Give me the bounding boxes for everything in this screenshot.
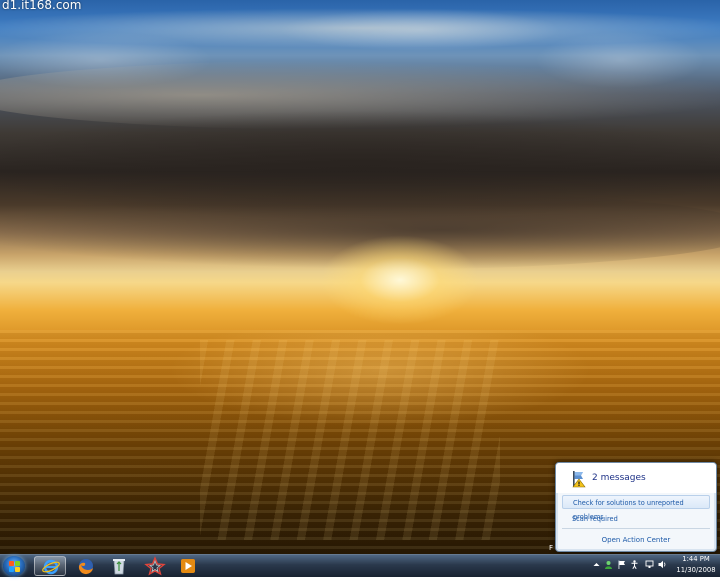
popup-title: 2 messages	[592, 473, 646, 483]
windows-logo-icon	[15, 561, 20, 566]
media-player-icon	[181, 559, 195, 573]
taskbar-button-paint-app[interactable]	[139, 556, 171, 576]
taskbar-button-internet-explorer[interactable]	[34, 556, 66, 576]
taskbar-button-media-player[interactable]	[172, 556, 204, 576]
popup-header: 2 messages	[556, 463, 716, 493]
user-status-icon[interactable]	[604, 560, 613, 569]
unreported-problems-link[interactable]: Check for solutions to unreported proble…	[562, 495, 710, 521]
ie-icon	[42, 559, 60, 575]
scan-required-link[interactable]: Scan required	[562, 512, 710, 526]
start-button[interactable]	[3, 556, 25, 576]
volume-icon[interactable]	[658, 560, 667, 569]
taskbar-button-recycle-bin[interactable]	[103, 556, 135, 576]
windows-logo-icon	[9, 561, 14, 566]
recycle-bin-icon	[113, 559, 125, 575]
watermark-text: d1.it168.com	[2, 0, 82, 12]
popup-stub-label: F	[549, 544, 554, 552]
wallpaper-clouds	[0, 8, 720, 48]
star-app-icon	[144, 556, 166, 576]
wallpaper-sun-rays	[200, 340, 500, 540]
network-icon[interactable]	[645, 560, 654, 569]
action-center-popup: 2 messages Check for solutions to unrepo…	[555, 462, 717, 552]
accessibility-icon[interactable]	[630, 560, 639, 569]
clock-time[interactable]: 1:44 PM	[676, 555, 716, 563]
windows-logo-icon	[9, 567, 14, 572]
action-center-tray-icon[interactable]	[617, 560, 626, 569]
taskbar-button-firefox[interactable]	[70, 556, 102, 576]
popup-divider	[562, 528, 710, 529]
action-center-flag-icon	[572, 471, 586, 488]
show-hidden-icons-chevron-up-icon[interactable]	[592, 560, 601, 569]
open-action-center-link[interactable]: Open Action Center	[556, 531, 716, 549]
clock-date[interactable]: 11/30/2008	[672, 566, 720, 574]
wallpaper-sun	[320, 235, 480, 325]
windows-logo-icon	[15, 567, 20, 572]
firefox-icon	[78, 559, 93, 575]
